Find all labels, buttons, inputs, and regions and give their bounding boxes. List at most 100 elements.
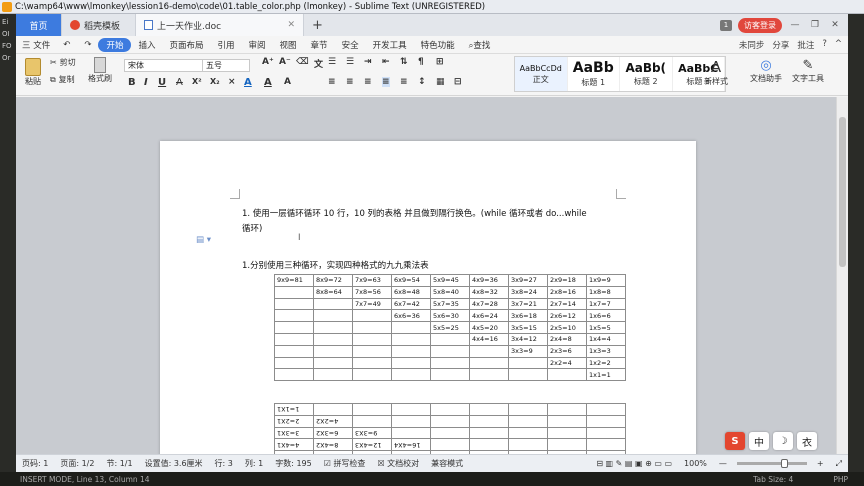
table-cell[interactable]: 4x8=32 [469,285,509,299]
shrink-font-icon[interactable]: A⁻ [279,57,291,67]
menu-chapter[interactable]: 章节 [304,39,335,51]
table-cell[interactable]: 2x6=12 [547,309,587,323]
table-cell[interactable] [469,438,509,452]
table-cell[interactable] [430,414,470,428]
font-size-select[interactable]: 五号 [202,59,250,72]
zoom-slider[interactable] [736,459,807,468]
superscript-icon[interactable]: X² [192,77,202,86]
table-cell[interactable]: 1x2=2 [586,356,626,370]
table-border-icon[interactable]: ⊟ [454,77,462,87]
table-cell[interactable] [274,309,314,323]
table-cell[interactable]: 4x4=16 [469,332,509,346]
table-cell[interactable]: 3x7=21 [508,297,548,311]
table-cell[interactable] [430,403,470,416]
table-cell[interactable]: 5x8=40 [430,285,470,299]
table-cell[interactable]: 2x7=14 [547,297,587,311]
menu-view[interactable]: 视图 [273,39,304,51]
new-style-button[interactable]: A 新样式 [704,58,728,87]
table-cell[interactable] [313,309,353,323]
table-cell[interactable]: 3x4=12 [508,332,548,346]
document-canvas[interactable]: 1. 使用一层循环循环 10 行，10 列的表格 并且做到隔行换色。(while… [16,97,848,454]
menu-security[interactable]: 安全 [335,39,366,51]
table-cell[interactable]: 2x5=10 [547,321,587,334]
table-cell[interactable] [352,403,392,416]
table-cell[interactable] [313,368,353,382]
table-cell[interactable]: 1x5=5 [586,321,626,334]
table-cell[interactable] [586,414,626,428]
copy-button[interactable]: ⧉ 复制 [50,74,75,85]
table-cell[interactable]: 3=3X1 [274,426,314,440]
menu-features[interactable]: 特色功能 [414,39,462,51]
table-cell[interactable]: 2x4=8 [547,332,587,346]
tab-templates[interactable]: 稻壳模板 [62,14,136,36]
menu-page-layout[interactable]: 页面布局 [162,39,210,51]
table-cell[interactable]: 2x2=4 [547,356,587,370]
new-tab-button[interactable]: + [304,14,331,36]
table-cell[interactable] [391,414,431,428]
fit-page-icon[interactable]: ⤢ [830,459,848,469]
table-cell[interactable]: 2x3=6 [547,344,587,358]
table-cell[interactable] [352,356,392,370]
table-cell[interactable]: 3x8=24 [508,285,548,299]
table-cell[interactable] [274,321,314,334]
char-shading-icon[interactable]: A [284,77,291,87]
table-cell[interactable]: 5x5=25 [430,321,470,334]
menu-review[interactable]: 审阅 [242,39,273,51]
table-cell[interactable] [313,344,353,358]
table-cell[interactable] [469,368,509,382]
skin-icon[interactable]: 衣 [797,432,817,450]
clear-icon[interactable]: ⨯ [228,77,236,87]
line-spacing-icon[interactable]: ↕ [418,77,426,87]
table-cell[interactable]: 6=3X2 [313,426,353,440]
table-cell[interactable]: 2x9=18 [547,274,587,287]
table-cell[interactable]: 1x4=4 [586,332,626,346]
tab-home[interactable]: 首页 [16,14,62,36]
close-window-icon[interactable]: ✕ [828,20,842,30]
underline-icon[interactable]: U [158,77,166,88]
table-cell[interactable] [430,344,470,358]
collapse-ribbon-icon[interactable]: ^ [835,39,842,51]
table-cell[interactable] [508,368,548,382]
table-cell[interactable] [274,356,314,370]
scrollbar-thumb[interactable] [839,117,846,267]
table-cell[interactable] [586,403,626,416]
style-heading-2[interactable]: AaBb( 标题 2 [620,57,673,91]
table-cell[interactable] [352,332,392,346]
document-page[interactable]: 1. 使用一层循环循环 10 行，10 列的表格 并且做到隔行换色。(while… [160,141,696,454]
table-cell[interactable] [274,285,314,299]
table-cell[interactable]: 1x1=1 [586,368,626,382]
table-cell[interactable] [391,426,431,440]
table-cell[interactable]: 16=4X4 [391,438,431,452]
shading-icon[interactable]: ▦ [436,77,445,87]
table-cell[interactable]: 2x8=16 [547,285,587,299]
bullet-list-icon[interactable]: ☰ [328,57,336,67]
table-cell[interactable] [352,309,392,323]
table-cell[interactable]: 3x5=15 [508,321,548,334]
guest-login-button[interactable]: 访客登录 [738,17,782,33]
table-cell[interactable] [469,403,509,416]
table-cell[interactable]: 9x9=81 [274,274,314,287]
table-cell[interactable]: 6x9=54 [391,274,431,287]
show-marks-icon[interactable]: ¶ [418,57,424,67]
table-cell[interactable]: 1=1X1 [274,403,314,416]
table-cell[interactable]: 1x9=9 [586,274,626,287]
table-cell[interactable] [508,403,548,416]
zoom-in-icon[interactable]: + [811,459,830,468]
help-icon[interactable]: ? [822,39,827,51]
table-cell[interactable] [430,426,470,440]
restore-icon[interactable]: ❐ [808,20,822,30]
zoom-slider-knob[interactable] [780,459,788,468]
table-cell[interactable] [547,426,587,440]
font-color-icon[interactable]: A [244,77,252,88]
vertical-scrollbar[interactable] [836,97,848,454]
table-cell[interactable] [352,368,392,382]
chinese-input-icon[interactable]: 中 [749,432,769,450]
style-heading-1[interactable]: AaBb 标题 1 [568,57,620,91]
table-cell[interactable] [547,403,587,416]
table-cell[interactable] [313,332,353,346]
table-cell[interactable] [274,332,314,346]
table-cell[interactable]: 1x3=3 [586,344,626,358]
table-cell[interactable] [469,426,509,440]
table-cell[interactable] [274,297,314,311]
table-cell[interactable]: 5x7=35 [430,297,470,311]
